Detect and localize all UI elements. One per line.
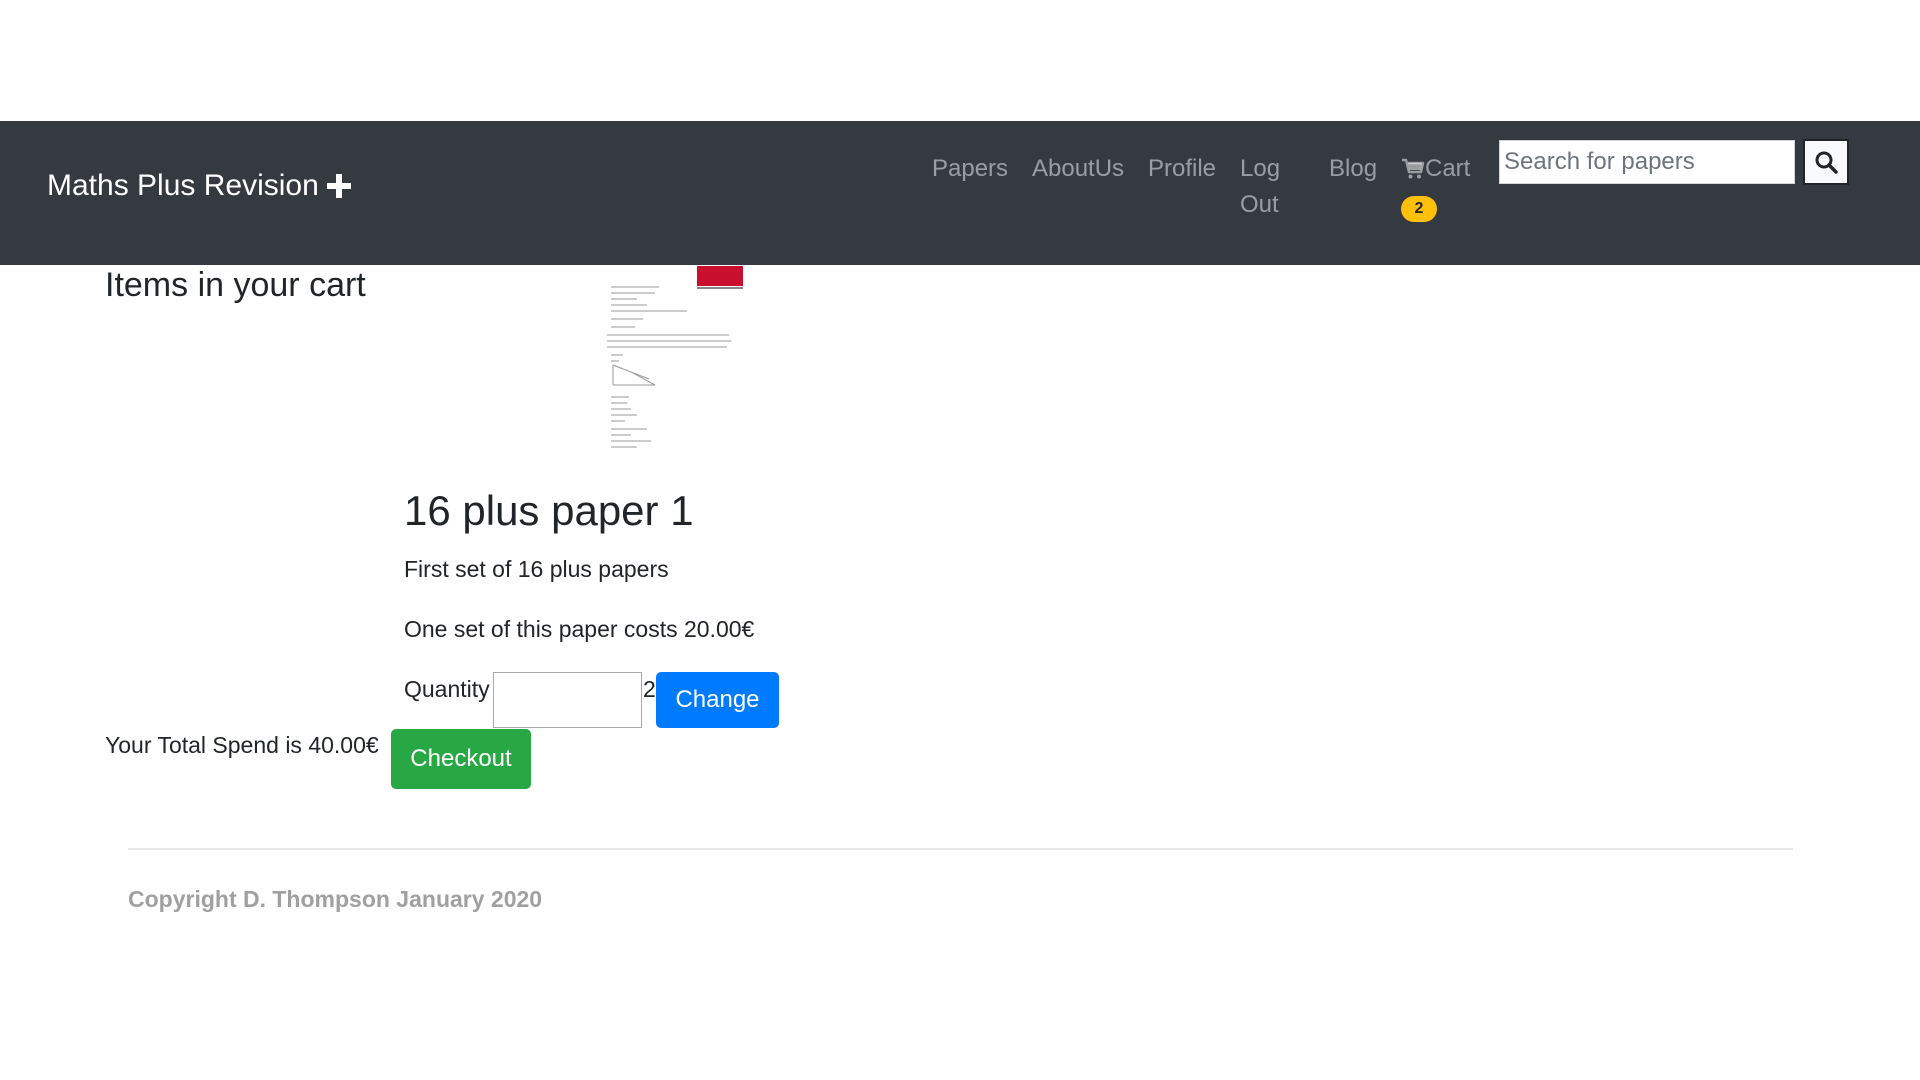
search-button[interactable] — [1803, 139, 1849, 185]
brand-name: Maths Plus Revision — [47, 169, 319, 202]
product-description: First set of 16 plus papers — [404, 556, 669, 582]
navbar: Maths Plus Revision Papers AboutUs Profi… — [0, 121, 1920, 265]
total-spend: Your Total Spend is 40.00€ — [105, 732, 379, 758]
search-input[interactable] — [1499, 140, 1795, 184]
cart-label: Cart — [1425, 155, 1471, 182]
paper-thumbnail-image[interactable] — [607, 265, 747, 450]
product-price: One set of this paper costs 20.00€ — [404, 616, 755, 642]
copyright-text: Copyright D. Thompson January 2020 — [128, 886, 543, 912]
nav-blog-link[interactable]: Blog — [1329, 151, 1377, 187]
nav-papers-link[interactable]: Papers — [932, 151, 1008, 187]
brand-logo[interactable]: Maths Plus Revision — [47, 169, 351, 203]
product-title: 16 plus paper 1 — [404, 487, 694, 534]
nav-about-link[interactable]: AboutUs — [1032, 151, 1124, 187]
checkout-button[interactable]: Checkout — [391, 729, 531, 789]
page-title: Items in your cart — [105, 266, 366, 304]
quantity-input[interactable] — [493, 672, 642, 728]
footer-divider — [128, 848, 1793, 850]
plus-icon — [326, 174, 351, 198]
nav-cart-link[interactable]: Cart — [1401, 151, 1470, 187]
nav-profile-link[interactable]: Profile — [1148, 151, 1216, 187]
cart-count-badge: 2 — [1401, 196, 1437, 222]
search-icon — [1815, 151, 1838, 174]
cart-icon — [1402, 158, 1425, 179]
quantity-label: Quantity — [404, 676, 490, 702]
quantity-value: 2 — [643, 676, 656, 702]
nav-logout-link[interactable]: Log Out — [1240, 151, 1300, 223]
change-quantity-button[interactable]: Change — [656, 672, 779, 728]
